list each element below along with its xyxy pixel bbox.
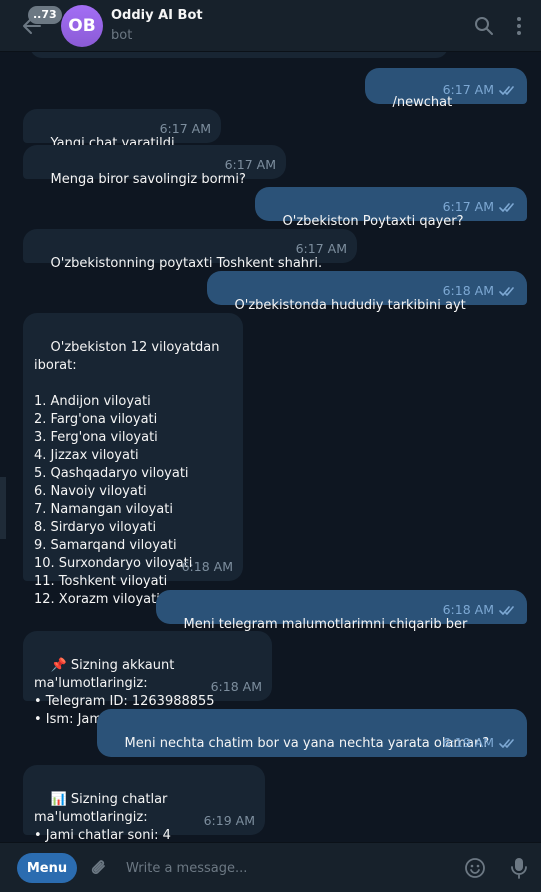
- chat-subtitle: bot: [111, 28, 133, 43]
- message-text: Meni nechta chatim bor va yana nechta ya…: [124, 736, 490, 751]
- message-text: Meni telegram malumotlarimni chiqarib be…: [183, 617, 468, 632]
- emoji-icon: [465, 858, 485, 878]
- unread-badge: ..73: [28, 6, 62, 24]
- more-button[interactable]: [510, 16, 528, 36]
- message-bubble-outgoing[interactable]: Meni nechta chatim bor va yana nechta ya…: [97, 709, 527, 757]
- message-text: O'zbekistonning poytaxti Toshkent shahri…: [50, 256, 323, 271]
- double-check-icon: [499, 605, 514, 615]
- message-meta: 6:17 AM: [443, 81, 517, 99]
- message-time: 6:18 AM: [181, 559, 233, 574]
- message-meta: 6:19 AM: [443, 734, 517, 752]
- message-meta: 6:18 AM: [182, 558, 233, 576]
- message-bubble-incoming[interactable]: Yangi chat yaratildi. 6:17 AM: [23, 109, 221, 151]
- mic-icon: [511, 858, 527, 879]
- message-bubble-incoming[interactable]: Menga biror savolingiz bormi? 6:17 AM: [23, 145, 286, 187]
- message-meta: 6:18 AM: [443, 282, 517, 300]
- double-check-icon: [499, 202, 514, 212]
- message-text: Menga biror savolingiz bormi?: [50, 172, 246, 187]
- message-time: 6:17 AM: [442, 82, 494, 97]
- side-panel-edge: [0, 477, 6, 539]
- attach-button[interactable]: [88, 857, 110, 879]
- message-time: 6:17 AM: [224, 157, 276, 172]
- message-meta: 6:19 AM: [204, 812, 255, 830]
- chat-title[interactable]: Oddiy AI Bot: [111, 8, 203, 23]
- double-check-icon: [499, 85, 514, 95]
- message-time: 6:18 AM: [210, 679, 262, 694]
- message-composer: Menu: [0, 842, 541, 892]
- bot-menu-button[interactable]: Menu: [17, 853, 77, 883]
- search-icon: [475, 17, 493, 35]
- message-time: 6:17 AM: [295, 241, 347, 256]
- search-button[interactable]: [474, 16, 494, 36]
- message-bubble-incoming[interactable]: 📌 Sizning akkaunt ma'lumotlaringiz: • Te…: [23, 631, 272, 727]
- double-check-icon: [499, 286, 514, 296]
- message-bubble-incoming[interactable]: O'zbekistonning poytaxti Toshkent shahri…: [23, 229, 357, 271]
- message-meta: 6:17 AM: [443, 198, 517, 216]
- attach-icon: [91, 860, 105, 874]
- message-bubble-outgoing[interactable]: /newchat 6:17 AM: [365, 68, 527, 110]
- message-meta: 6:17 AM: [160, 120, 211, 138]
- chat-header: ..73 OB Oddiy AI Bot bot: [0, 0, 541, 52]
- message-meta: 6:17 AM: [296, 240, 347, 258]
- message-time: 6:18 AM: [442, 283, 494, 298]
- message-time: 6:19 AM: [442, 735, 494, 750]
- message-list[interactable]: /newchat 6:17 AM Yangi chat yaratildi. 6…: [0, 52, 541, 842]
- message-input[interactable]: [126, 855, 446, 881]
- voice-button[interactable]: [509, 856, 529, 880]
- message-bubble-incoming[interactable]: O'zbekiston 12 viloyatdan iborat: 1. And…: [23, 313, 243, 607]
- double-check-icon: [499, 738, 514, 748]
- message-time: 6:17 AM: [159, 121, 211, 136]
- avatar[interactable]: OB: [61, 5, 103, 47]
- message-bubble-outgoing[interactable]: O'zbekistonda hududiy tarkibini ayt 6:18…: [207, 271, 527, 313]
- message-meta: 6:18 AM: [443, 601, 517, 619]
- message-time: 6:17 AM: [442, 199, 494, 214]
- message-bubble-incoming[interactable]: 📊 Sizning chatlar ma'lumotlaringiz: • Ja…: [23, 765, 265, 842]
- message-text: 📊 Sizning chatlar ma'lumotlaringiz: • Ja…: [34, 792, 171, 842]
- message-text: O'zbekistonda hududiy tarkibini ayt: [234, 298, 466, 313]
- previous-message-edge: [30, 52, 448, 58]
- message-bubble-outgoing[interactable]: Meni telegram malumotlarimni chiqarib be…: [156, 590, 527, 632]
- message-text: O'zbekiston Poytaxti qayer?: [282, 214, 464, 229]
- message-bubble-outgoing[interactable]: O'zbekiston Poytaxti qayer? 6:17 AM: [255, 187, 527, 229]
- message-meta: 6:18 AM: [211, 678, 262, 696]
- message-meta: 6:17 AM: [225, 156, 276, 174]
- message-time: 6:18 AM: [442, 602, 494, 617]
- more-vert-icon: [517, 17, 521, 35]
- emoji-button[interactable]: [464, 857, 486, 879]
- message-time: 6:19 AM: [203, 813, 255, 828]
